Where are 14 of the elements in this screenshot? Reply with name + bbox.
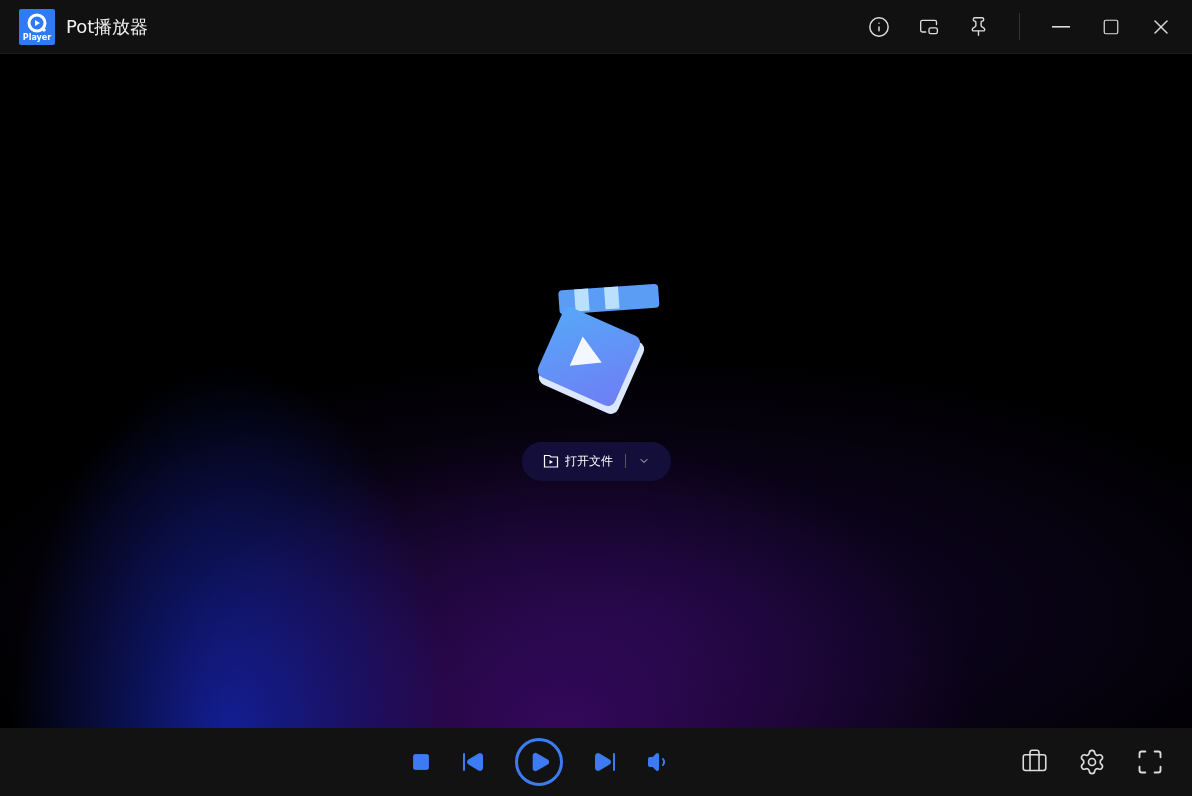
fullscreen-button[interactable] bbox=[1136, 748, 1164, 776]
stop-button[interactable] bbox=[410, 752, 431, 772]
video-file-icon bbox=[542, 453, 559, 469]
previous-button[interactable] bbox=[460, 750, 485, 774]
minimize-icon bbox=[1051, 25, 1070, 28]
play-bubble-icon bbox=[27, 12, 47, 33]
maximize-icon bbox=[1101, 17, 1120, 36]
play-button[interactable] bbox=[514, 738, 563, 786]
next-button[interactable] bbox=[592, 750, 617, 774]
open-file-button[interactable]: 打开文件 bbox=[521, 441, 671, 481]
window-title: Pot播放器 bbox=[66, 14, 150, 39]
settings-button[interactable] bbox=[1078, 748, 1106, 776]
logo-text: Player bbox=[22, 32, 52, 43]
info-icon bbox=[867, 15, 890, 38]
